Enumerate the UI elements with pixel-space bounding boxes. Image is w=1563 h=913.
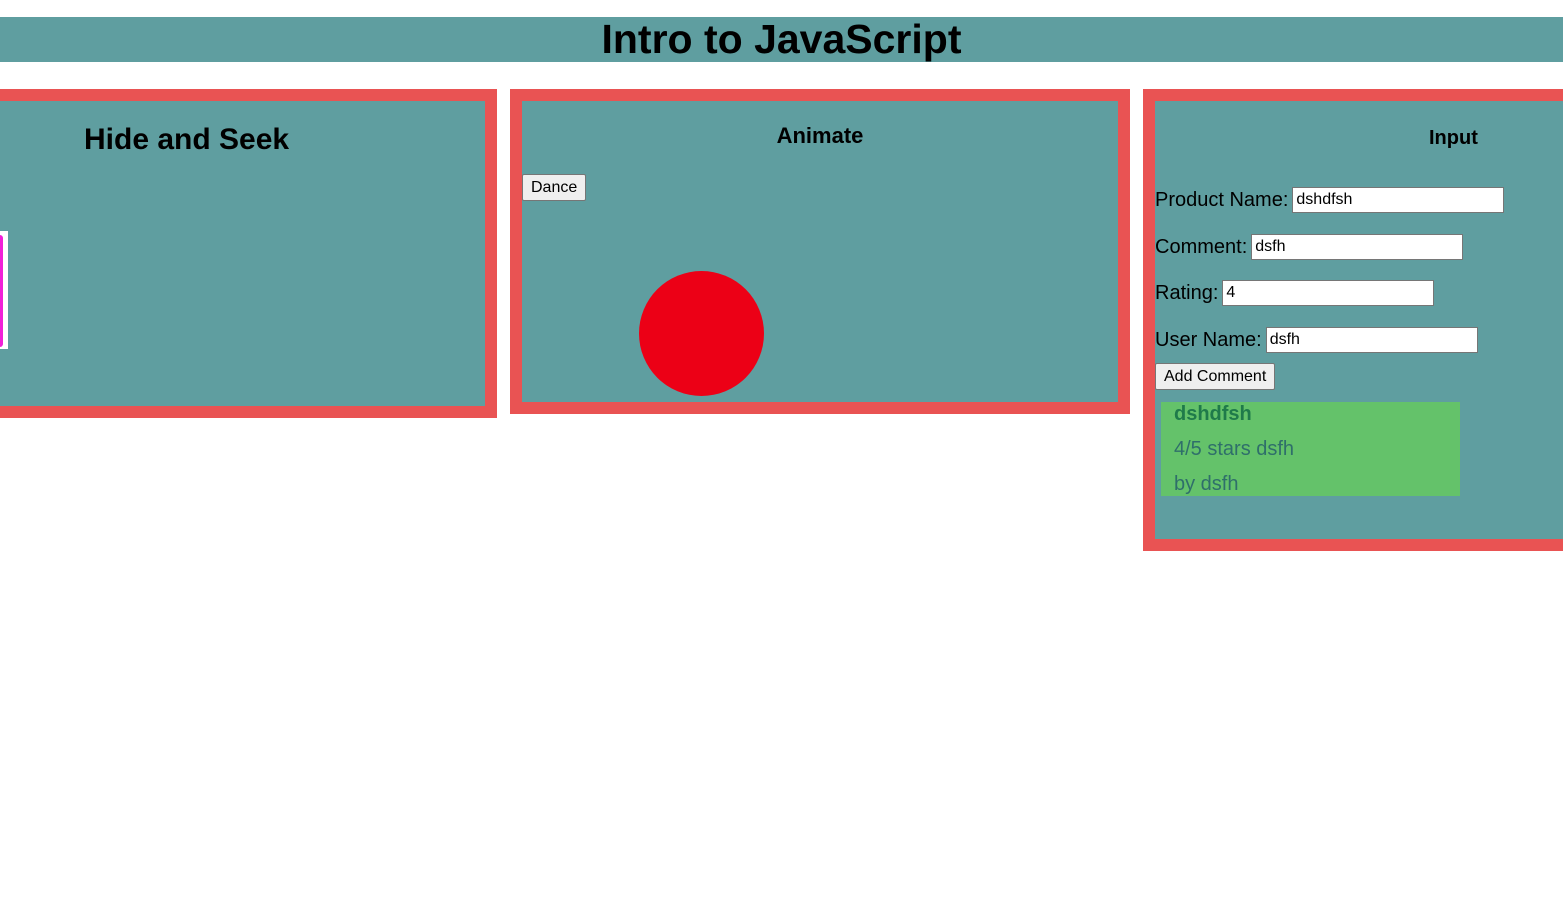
rating-label: Rating: [1155,282,1219,304]
user-name-input[interactable] [1265,327,1478,353]
rating-input[interactable] [1222,280,1435,306]
user-name-row: User Name: [1155,327,1478,354]
product-name-input[interactable] [1292,187,1505,213]
hide-and-seek-image [0,231,8,349]
comment-label: Comment: [1155,236,1248,258]
page-title: Intro to JavaScript [601,16,962,62]
comment-input[interactable] [1251,234,1464,260]
add-comment-button[interactable]: Add Comment [1155,363,1276,390]
product-name-label: Product Name: [1155,189,1289,211]
user-name-label: User Name: [1155,329,1262,351]
comment-author-line: by dsfh [1174,473,1239,495]
hide-and-seek-title: Hide and Seek [84,123,290,156]
input-title: Input [1429,127,1478,149]
hide-and-seek-panel: Hide and Seek [0,89,497,418]
product-name-row: Product Name: [1155,187,1505,214]
rating-row: Rating: [1155,280,1435,307]
comment-rating-line: 4/5 stars dsfh [1174,438,1295,460]
animate-title: Animate [776,123,864,148]
comment-product-name: dshdfsh [1174,403,1252,425]
dance-button[interactable]: Dance [522,174,587,201]
animated-ball [639,271,764,396]
input-panel: Input Product Name: Comment: Rating: Use… [1143,89,1563,551]
comment-card: dshdfsh 4/5 stars dsfh by dsfh [1161,402,1460,496]
page-header: Intro to JavaScript [0,17,1563,62]
image-stroke [0,235,3,347]
comment-row: Comment: [1155,234,1464,261]
animate-panel: Animate Dance [510,89,1130,414]
